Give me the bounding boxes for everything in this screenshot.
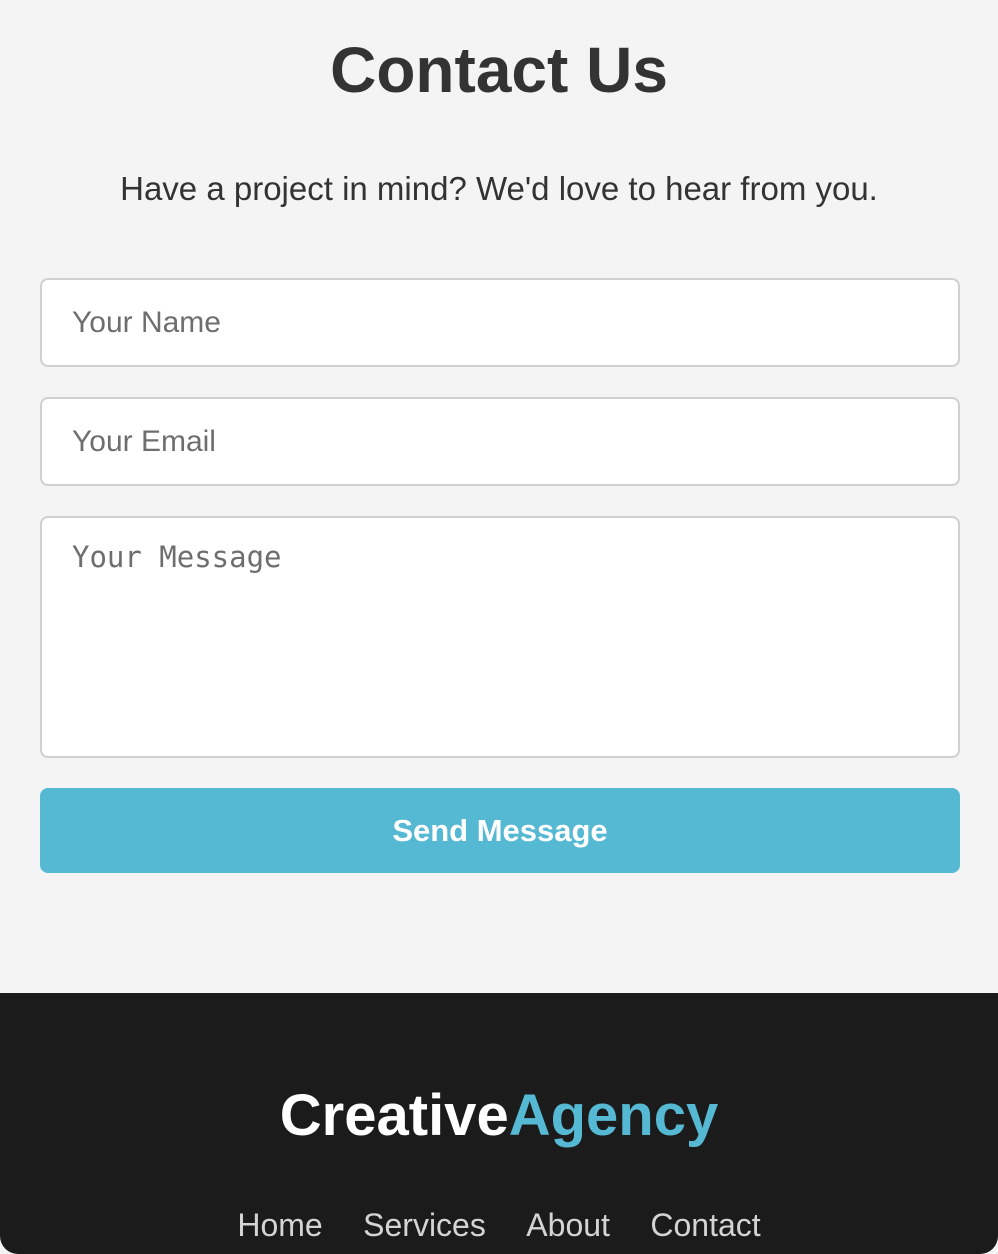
footer-nav-home[interactable]: Home (237, 1205, 322, 1245)
logo-text-agency: Agency (508, 1083, 719, 1148)
contact-section: Contact Us Have a project in mind? We'd … (0, 0, 998, 993)
footer-logo[interactable]: CreativeAgency (0, 1081, 998, 1151)
footer-nav-contact[interactable]: Contact (650, 1205, 760, 1245)
logo-text-creative: Creative (279, 1083, 509, 1148)
name-field[interactable] (40, 278, 960, 367)
site-footer: CreativeAgency Home Services About Conta… (0, 993, 998, 1254)
message-field[interactable] (40, 516, 960, 758)
send-message-button[interactable]: Send Message (40, 788, 960, 873)
page-title: Contact Us (330, 34, 668, 106)
footer-nav-about[interactable]: About (526, 1205, 610, 1245)
footer-nav-services[interactable]: Services (363, 1205, 486, 1245)
email-field[interactable] (40, 397, 960, 486)
contact-subtitle: Have a project in mind? We'd love to hea… (120, 170, 878, 207)
footer-nav: Home Services About Contact (0, 1205, 998, 1245)
